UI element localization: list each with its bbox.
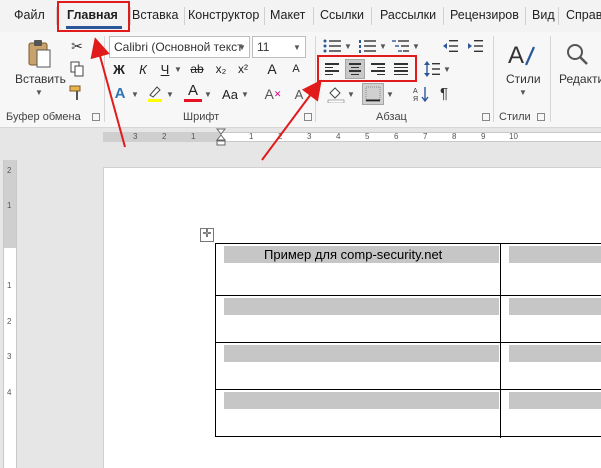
annotation-arrows [90,37,322,161]
arrow-to-alignment [261,79,322,161]
arrow-to-home-tab [90,37,126,148]
